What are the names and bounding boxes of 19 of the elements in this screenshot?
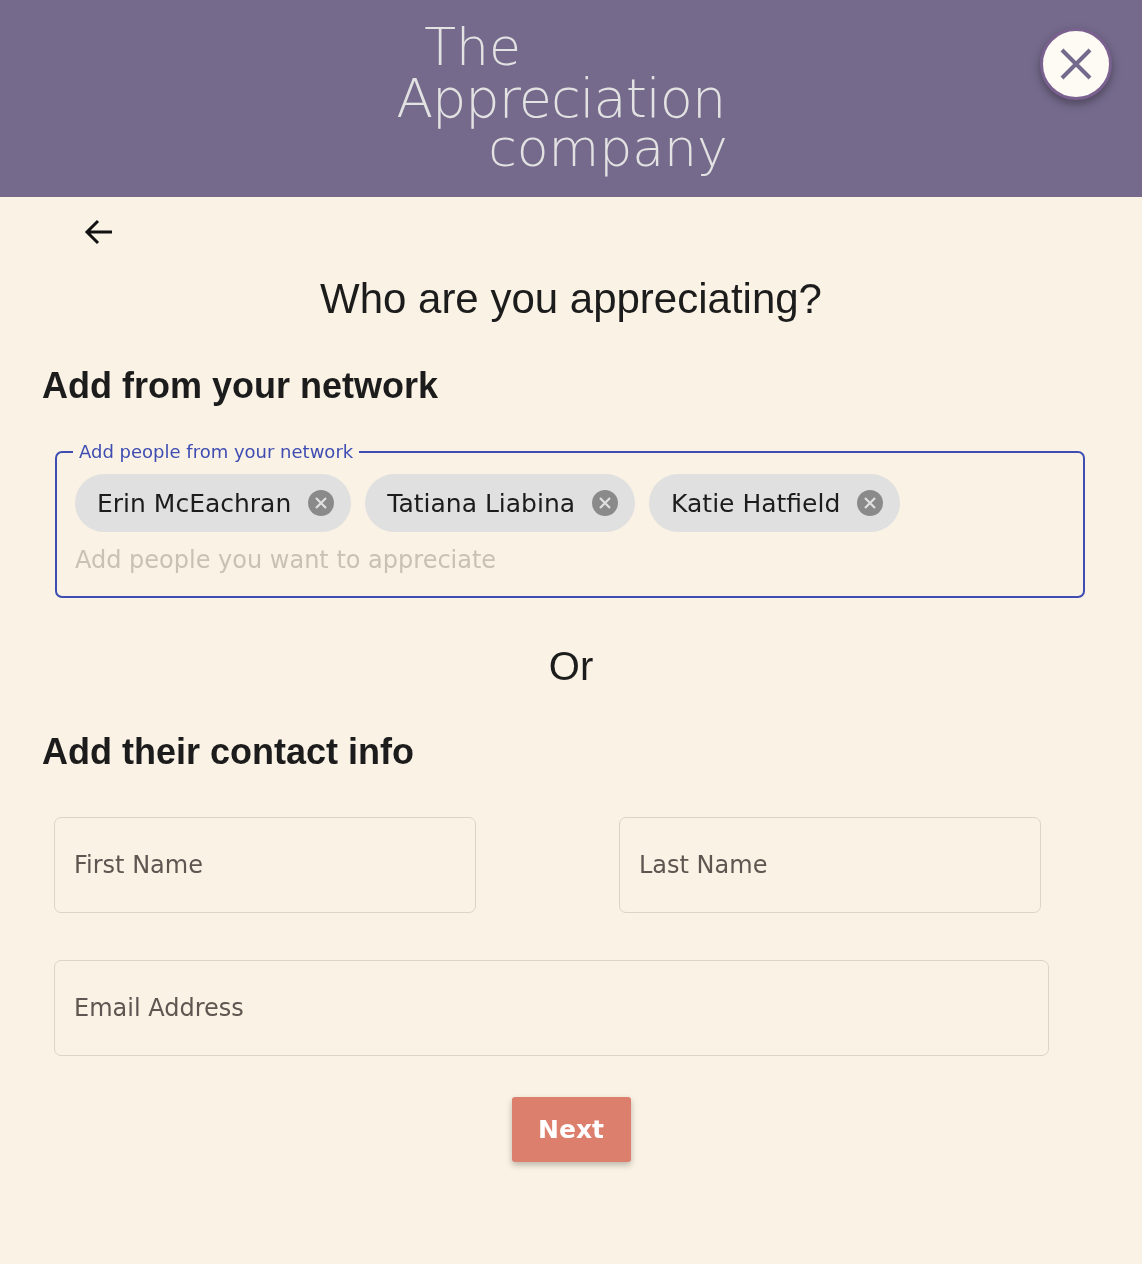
text-field[interactable]: Last Name	[619, 817, 1041, 913]
chip-label: Katie Hatfield	[671, 488, 841, 518]
separator-text: Or	[547, 644, 595, 689]
person-chip[interactable]: Katie Hatfield	[649, 474, 901, 532]
chip-label: Tatiana Liabina	[387, 488, 576, 518]
remove-icon[interactable]	[307, 489, 336, 517]
logo-text: The	[424, 23, 521, 73]
page-heading: Who are you appreciating?	[319, 275, 823, 323]
field-label: Add people from your network	[78, 441, 355, 462]
section-heading: Add their contact info	[42, 731, 415, 773]
section-heading: Add from your network	[42, 365, 440, 407]
text-field[interactable]: First Name	[54, 817, 476, 913]
remove-icon[interactable]	[591, 489, 620, 517]
text-field[interactable]: Email Address	[54, 960, 1049, 1056]
person-chip[interactable]: Erin McEachran	[75, 474, 352, 532]
person-chip[interactable]: Tatiana Liabina	[365, 474, 636, 532]
close-button[interactable]	[1040, 28, 1112, 100]
chip-label: Erin McEachran	[97, 488, 292, 518]
remove-icon[interactable]	[856, 489, 885, 517]
